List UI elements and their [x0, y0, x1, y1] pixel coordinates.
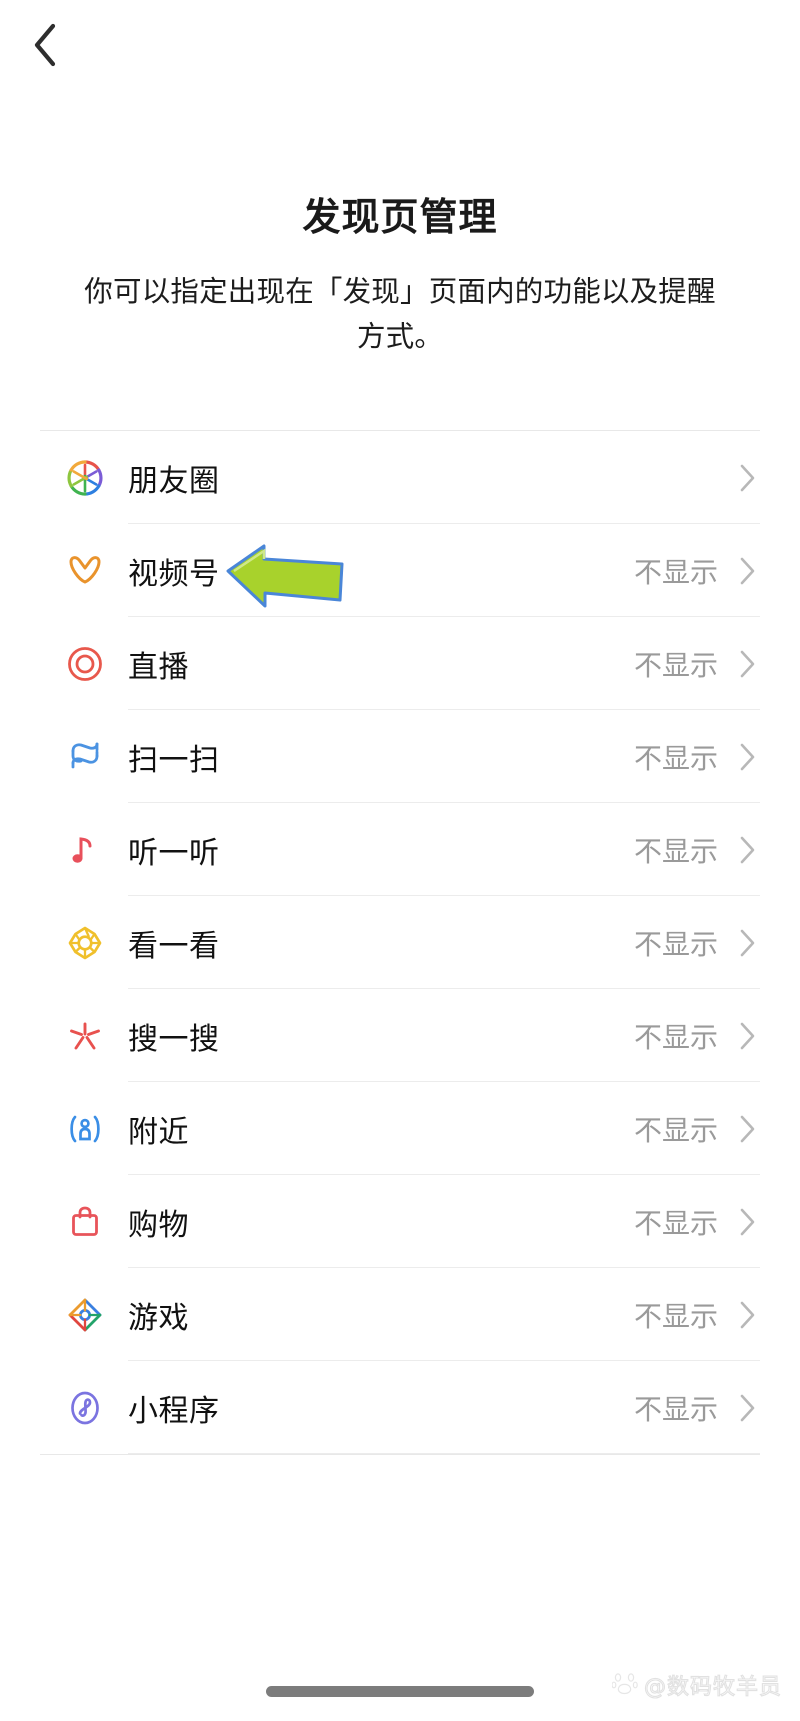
watermark: @数码牧羊员	[611, 1669, 782, 1701]
list-item-label: 搜一搜	[128, 1022, 220, 1056]
chevron-right-icon	[736, 926, 758, 960]
list-item-label: 听一听	[128, 836, 220, 870]
search-starburst-icon	[62, 1013, 108, 1059]
list-item-label: 直播	[128, 650, 189, 684]
list-item-status: 不显示	[633, 556, 718, 588]
chevron-right-icon	[736, 1019, 758, 1053]
list-item-label: 小程序	[128, 1394, 220, 1428]
list-item-channels[interactable]: 视频号 不显示	[0, 524, 800, 617]
chevron-right-icon	[736, 1298, 758, 1332]
list-item-status: 不显示	[633, 1207, 718, 1239]
chevron-right-icon	[736, 1205, 758, 1239]
music-note-icon	[62, 827, 108, 873]
live-circle-icon	[62, 641, 108, 687]
list-item-shopping[interactable]: 购物 不显示	[0, 1175, 800, 1268]
chevron-right-icon	[736, 647, 758, 681]
games-diamond-icon	[62, 1292, 108, 1338]
moments-aperture-icon	[62, 455, 108, 501]
chevron-left-icon	[30, 20, 60, 75]
list-item-status: 不显示	[633, 649, 718, 681]
list-item-status: 不显示	[633, 742, 718, 774]
channels-icon	[62, 548, 108, 594]
list-item-label: 附近	[128, 1115, 189, 1149]
list-item-nearby[interactable]: 附近 不显示	[0, 1082, 800, 1175]
list-item-top-stories[interactable]: 看一看 不显示	[0, 896, 800, 989]
baidu-paw-icon	[611, 1671, 638, 1700]
list-item-listen[interactable]: 听一听 不显示	[0, 803, 800, 896]
list-item-label: 游戏	[128, 1301, 189, 1335]
mini-program-icon	[62, 1385, 108, 1431]
list-item-status: 不显示	[633, 835, 718, 867]
list-item-label: 视频号	[128, 557, 220, 591]
list-item-scan[interactable]: 扫一扫 不显示	[0, 710, 800, 803]
list-item-label: 看一看	[128, 929, 220, 963]
chevron-right-icon	[736, 554, 758, 588]
chevron-right-icon	[736, 833, 758, 867]
list-item-status: 不显示	[633, 928, 718, 960]
chevron-right-icon	[736, 1391, 758, 1425]
list-item-label: 扫一扫	[128, 743, 220, 777]
scan-icon	[62, 734, 108, 780]
list-item-status: 不显示	[633, 1300, 718, 1332]
list-item-status: 不显示	[633, 1021, 718, 1053]
list-item-games[interactable]: 游戏 不显示	[0, 1268, 800, 1361]
list-item-live[interactable]: 直播 不显示	[0, 617, 800, 710]
nearby-person-icon	[62, 1106, 108, 1152]
list-item-label: 朋友圈	[128, 464, 220, 498]
watermark-text: @数码牧羊员	[643, 1674, 782, 1700]
list-bottom-divider	[40, 1454, 760, 1455]
page-subtitle: 你可以指定出现在「发现」页面内的功能以及提醒方式。	[84, 275, 716, 353]
page-title: 发现页管理	[302, 197, 498, 239]
home-indicator	[266, 1686, 534, 1697]
chevron-right-icon	[736, 461, 758, 495]
list-item-search[interactable]: 搜一搜 不显示	[0, 989, 800, 1082]
top-stories-flower-icon	[62, 920, 108, 966]
list-item-status: 不显示	[633, 1393, 718, 1425]
navigation-bar	[0, 0, 800, 92]
back-button[interactable]	[12, 14, 78, 80]
list-item-mini-program[interactable]: 小程序 不显示	[0, 1361, 800, 1454]
row-divider	[128, 1453, 760, 1454]
list-item-status: 不显示	[633, 1114, 718, 1146]
list-item-moments[interactable]: 朋友圈	[0, 431, 800, 524]
header-block: 发现页管理 你可以指定出现在「发现」页面内的功能以及提醒方式。	[0, 196, 800, 360]
shopping-bag-icon	[62, 1199, 108, 1245]
list-item-label: 购物	[128, 1208, 189, 1242]
settings-list: 朋友圈 视频号 不显示 直播 不显示 扫一扫 不显示 听一听 不显示 看一看 不…	[0, 430, 800, 1455]
chevron-right-icon	[736, 1112, 758, 1146]
chevron-right-icon	[736, 740, 758, 774]
